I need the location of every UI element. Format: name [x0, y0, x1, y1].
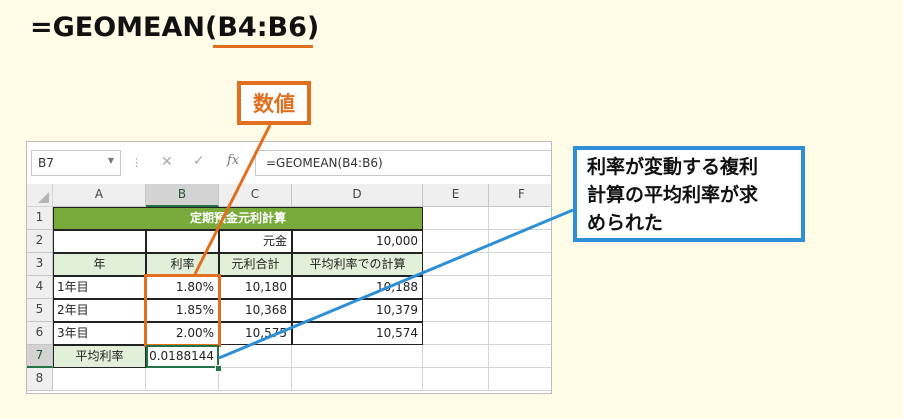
spreadsheet-window: B7 ▼ ⋮ ✕ ✓ fx =GEOMEAN(B4:B6) A B C D E …	[26, 141, 552, 394]
formula-heading: =GEOMEAN(B4:B6)	[30, 12, 320, 48]
cell-e8[interactable]	[423, 368, 489, 391]
cell-a8[interactable]	[53, 368, 146, 391]
argument-underline	[213, 45, 313, 48]
table-row-total[interactable]: 10,575	[219, 322, 292, 345]
result-callout-line: 利率が変動する複利	[587, 156, 759, 178]
table-title-cell[interactable]: 定期預金元利計算	[53, 207, 423, 230]
table-row-year[interactable]: 2年目	[53, 299, 146, 322]
insert-function-icon[interactable]: fx	[227, 153, 239, 168]
cell-f5[interactable]	[489, 299, 551, 322]
cell-e2[interactable]	[423, 230, 489, 253]
cell-b8[interactable]	[146, 368, 219, 391]
column-header-c[interactable]: C	[219, 184, 292, 207]
cell-e4[interactable]	[423, 276, 489, 299]
row-header-7[interactable]: 7	[27, 345, 53, 368]
cell-e5[interactable]	[423, 299, 489, 322]
cell-c8[interactable]	[219, 368, 292, 391]
result-callout-line: められた	[587, 212, 664, 234]
row-header-5[interactable]: 5	[27, 299, 53, 322]
cell-e1[interactable]	[423, 207, 489, 230]
formula-suffix: )	[306, 12, 320, 43]
cell-f4[interactable]	[489, 276, 551, 299]
table-row-year[interactable]: 3年目	[53, 322, 146, 345]
table-row-total[interactable]: 10,180	[219, 276, 292, 299]
average-rate-result-cell[interactable]: 0.0188144	[146, 345, 219, 368]
cell-e7[interactable]	[423, 345, 489, 368]
table-row-year[interactable]: 1年目	[53, 276, 146, 299]
cell-f7[interactable]	[489, 345, 551, 368]
cancel-icon[interactable]: ✕	[161, 154, 173, 170]
enter-icon[interactable]: ✓	[193, 153, 205, 169]
row-header-6[interactable]: 6	[27, 322, 53, 345]
header-year-cell[interactable]: 年	[53, 253, 146, 276]
name-box[interactable]: B7 ▼	[31, 150, 121, 176]
table-row-total[interactable]: 10,368	[219, 299, 292, 322]
formula-input[interactable]: =GEOMEAN(B4:B6)	[255, 150, 551, 176]
fill-handle[interactable]	[215, 365, 222, 372]
cell-d8[interactable]	[292, 368, 423, 391]
formula-argument: B4:B6	[213, 12, 313, 48]
chevron-down-icon[interactable]: ▼	[108, 156, 114, 165]
argument-callout: 数値	[237, 81, 311, 125]
cell-c7[interactable]	[219, 345, 292, 368]
select-all-corner[interactable]	[27, 184, 53, 207]
row-header-4[interactable]: 4	[27, 276, 53, 299]
principal-label-cell[interactable]: 元金	[219, 230, 292, 253]
header-rate-cell[interactable]: 利率	[146, 253, 219, 276]
column-header-b[interactable]: B	[146, 184, 219, 207]
cell-f3[interactable]	[489, 253, 551, 276]
table-row-avg-calc[interactable]: 10,188	[292, 276, 423, 299]
column-header-f[interactable]: F	[489, 184, 551, 207]
cell-f2[interactable]	[489, 230, 551, 253]
formula-bar-area: B7 ▼ ⋮ ✕ ✓ fx =GEOMEAN(B4:B6)	[27, 142, 551, 185]
result-callout-line: 計算の平均利率が求	[587, 184, 759, 206]
result-callout: 利率が変動する複利 計算の平均利率が求 められた	[573, 146, 805, 242]
cell-f8[interactable]	[489, 368, 551, 391]
drag-handle-icon[interactable]: ⋮	[131, 156, 142, 169]
range-highlight-box	[144, 274, 221, 347]
cell-e3[interactable]	[423, 253, 489, 276]
row-header-3[interactable]: 3	[27, 253, 53, 276]
header-total-cell[interactable]: 元利合計	[219, 253, 292, 276]
header-avg-calc-cell[interactable]: 平均利率での計算	[292, 253, 423, 276]
table-row-avg-calc[interactable]: 10,574	[292, 322, 423, 345]
column-header-e[interactable]: E	[423, 184, 489, 207]
cell-f1[interactable]	[489, 207, 551, 230]
row-header-2[interactable]: 2	[27, 230, 53, 253]
row-header-1[interactable]: 1	[27, 207, 53, 230]
formula-prefix: =GEOMEAN(	[30, 12, 218, 43]
row-header-8[interactable]: 8	[27, 368, 53, 391]
column-header-d[interactable]: D	[292, 184, 423, 207]
cell-e6[interactable]	[423, 322, 489, 345]
average-rate-label-cell[interactable]: 平均利率	[53, 345, 146, 368]
cell-f6[interactable]	[489, 322, 551, 345]
cell-a2[interactable]	[53, 230, 146, 253]
cell-b2[interactable]	[146, 230, 219, 253]
column-header-a[interactable]: A	[53, 184, 146, 207]
table-row-avg-calc[interactable]: 10,379	[292, 299, 423, 322]
principal-value-cell[interactable]: 10,000	[292, 230, 423, 253]
cell-d7[interactable]	[292, 345, 423, 368]
